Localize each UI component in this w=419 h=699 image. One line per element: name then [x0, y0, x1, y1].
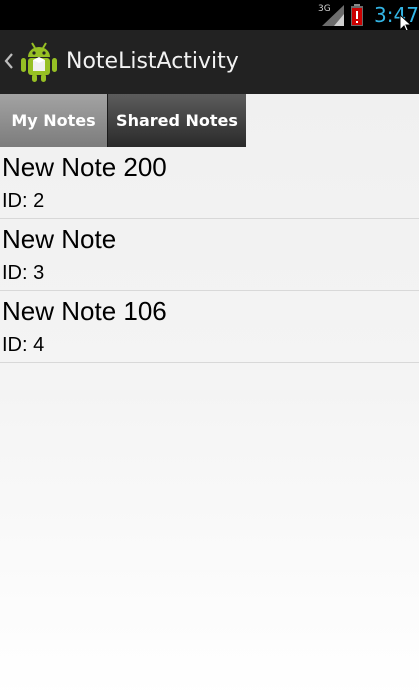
android-robot-icon[interactable]: [20, 41, 58, 83]
note-id: ID: 4: [2, 334, 45, 356]
list-item[interactable]: New Note 200 ID: 2: [0, 147, 419, 219]
signal-icon: [322, 5, 344, 26]
note-title: New Note: [2, 224, 117, 254]
list-item[interactable]: New Note ID: 3: [0, 219, 419, 291]
battery-low-icon: [351, 4, 363, 26]
tab-shared-notes[interactable]: Shared Notes: [107, 94, 246, 147]
note-list: New Note 200 ID: 2 New Note ID: 3 New No…: [0, 147, 419, 363]
list-item[interactable]: New Note 106 ID: 4: [0, 291, 419, 363]
tab-label: My Notes: [11, 111, 96, 130]
status-clock: 3:47: [374, 3, 419, 27]
note-id: ID: 3: [2, 262, 45, 284]
note-id: ID: 2: [2, 190, 45, 212]
action-bar: NoteListActivity: [0, 30, 419, 94]
note-title: New Note 200: [2, 152, 167, 182]
tab-my-notes[interactable]: My Notes: [0, 94, 107, 147]
status-bar: 3G 3:47: [0, 0, 419, 34]
chevron-left-icon[interactable]: [4, 52, 14, 70]
tab-label: Shared Notes: [116, 111, 238, 130]
tab-strip: My Notes Shared Notes: [0, 94, 419, 147]
note-title: New Note 106: [2, 296, 167, 326]
action-bar-title: NoteListActivity: [66, 49, 239, 74]
